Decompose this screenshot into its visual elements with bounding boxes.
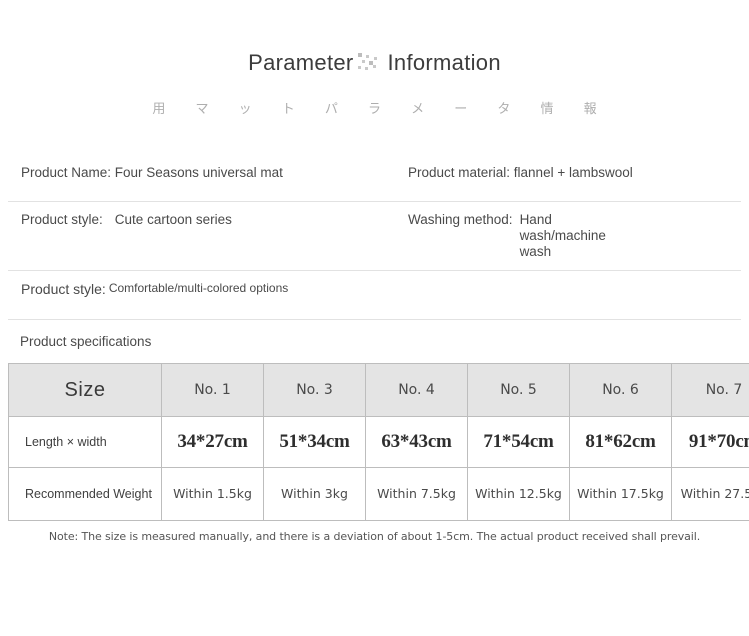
dimension-value: 34*27cm xyxy=(177,431,248,452)
weight-value: Within 1.5kg xyxy=(173,486,252,501)
weight-value: Within 7.5kg xyxy=(377,486,456,501)
product-specifications-title: Product specifications xyxy=(20,334,152,349)
cell-dimension-6: 91*70cm xyxy=(671,416,749,468)
cell-dimension-2: 51*34cm xyxy=(263,416,366,468)
table-header-no-7-label: No. 7 xyxy=(705,382,743,398)
table-header-no-4-label: No. 4 xyxy=(398,382,435,398)
dimension-value: 71*54cm xyxy=(483,431,554,452)
specifications-table: Size No. 1 No. 3 No. 4 No. 5 No. 6 No. 7… xyxy=(8,363,749,521)
table-header-no-5: No. 5 xyxy=(467,363,570,417)
weight-value: Within 12.5kg xyxy=(475,486,562,501)
measurement-note: Note: The size is measured manually, and… xyxy=(48,530,701,543)
page-title-left: Parameter xyxy=(248,50,354,75)
cell-weight-5: Within 17.5kg xyxy=(569,467,672,521)
table-header-row: Size No. 1 No. 3 No. 4 No. 5 No. 6 No. 7 xyxy=(8,363,749,417)
weight-value: Within 3kg xyxy=(281,486,348,501)
info-cell-product-style: Product style: Cute cartoon series xyxy=(8,202,404,238)
table-header-size: Size xyxy=(8,363,162,417)
page-title: Parameter Information xyxy=(0,50,749,76)
info-cell-product-material: Product material: flannel + lambswool xyxy=(404,155,736,191)
table-row: Recommended Weight Within 1.5kg Within 3… xyxy=(8,467,749,521)
info-row-product-style: Product style: Cute cartoon series Washi… xyxy=(8,202,741,271)
cell-weight-4: Within 12.5kg xyxy=(467,467,570,521)
cell-dimension-1: 34*27cm xyxy=(161,416,264,468)
weight-value: Within 17.5kg xyxy=(577,486,664,501)
row-label-recommended-weight: Recommended Weight xyxy=(8,467,162,521)
info-cell-product-name: Product Name: Four Seasons universal mat xyxy=(8,155,404,191)
product-style-2-label: Product style: xyxy=(21,281,106,297)
product-name-label: Product Name: Four Seasons universal mat xyxy=(21,165,283,180)
table-header-no-1-label: No. 1 xyxy=(194,382,231,398)
info-row-product-style-2: Product style: Comfortable/multi-colored… xyxy=(8,271,741,320)
table-header-no-3-label: No. 3 xyxy=(296,382,333,398)
product-style-label: Product style: xyxy=(21,212,103,227)
page-header: Parameter Information 用 マ ッ ト パ ラ メ ー タ … xyxy=(0,0,749,117)
specifications-table-wrapper: Size No. 1 No. 3 No. 4 No. 5 No. 6 No. 7… xyxy=(8,363,749,543)
table-header-no-4: No. 4 xyxy=(365,363,468,417)
info-cell-empty xyxy=(404,271,736,291)
table-header-size-label: Size xyxy=(64,378,106,401)
washing-method-label: Washing method: xyxy=(408,212,513,227)
dimension-value: 51*34cm xyxy=(279,431,350,452)
info-row-product-name: Product Name: Four Seasons universal mat… xyxy=(8,155,741,202)
washing-method-value: Hand wash/machine wash xyxy=(519,212,606,259)
table-header-no-6-label: No. 6 xyxy=(602,382,639,398)
dot-diamond-ornament-icon xyxy=(356,52,382,74)
cell-dimension-5: 81*62cm xyxy=(569,416,672,468)
cell-weight-1: Within 1.5kg xyxy=(161,467,264,521)
dimension-value: 91*70cm xyxy=(688,431,749,452)
product-style-2-value: Comfortable/multi-colored options xyxy=(108,281,289,295)
table-header-no-3: No. 3 xyxy=(263,363,366,417)
table-row: Length × width 34*27cm 51*34cm 63*43cm 7… xyxy=(8,416,749,468)
dimension-value: 81*62cm xyxy=(585,431,656,452)
table-header-no-1: No. 1 xyxy=(161,363,264,417)
cell-weight-6: Within 27.5kg xyxy=(671,467,749,521)
cell-weight-3: Within 7.5kg xyxy=(365,467,468,521)
table-header-no-5-label: No. 5 xyxy=(500,382,537,398)
page-title-right: Information xyxy=(387,50,501,75)
info-cell-washing-method: Washing method: Hand wash/machine wash xyxy=(404,202,736,270)
info-cell-product-style-2: Product style: Comfortable/multi-colored… xyxy=(8,271,404,307)
table-header-no-7: No. 7 xyxy=(671,363,749,417)
product-material-label: Product material: flannel + lambswool xyxy=(408,165,633,180)
product-info-section: Product Name: Four Seasons universal mat… xyxy=(0,155,749,349)
page-subtitle-japanese: 用 マ ッ ト パ ラ メ ー タ 情 報 xyxy=(152,102,610,117)
cell-dimension-3: 63*43cm xyxy=(365,416,468,468)
cell-weight-2: Within 3kg xyxy=(263,467,366,521)
row-label-length-width: Length × width xyxy=(8,416,162,468)
weight-value: Within 27.5kg xyxy=(680,486,749,501)
table-header-no-6: No. 6 xyxy=(569,363,672,417)
product-style-value: Cute cartoon series xyxy=(114,212,232,227)
dimension-value: 63*43cm xyxy=(381,431,452,452)
cell-dimension-4: 71*54cm xyxy=(467,416,570,468)
